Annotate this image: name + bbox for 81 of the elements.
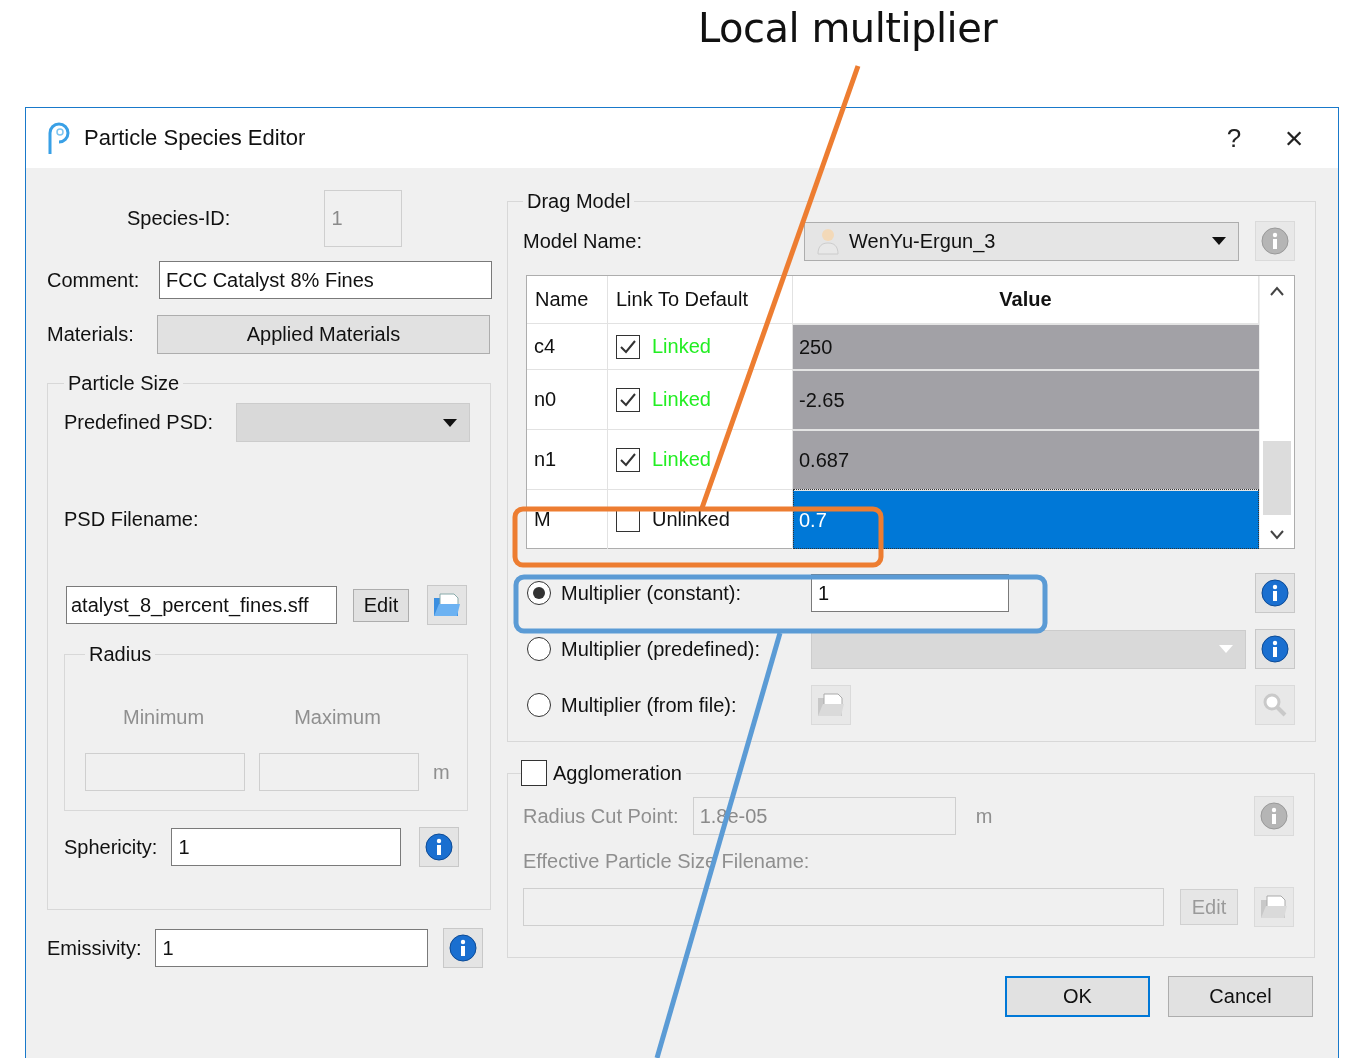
link-status-label: Linked xyxy=(652,335,711,358)
checkbox[interactable] xyxy=(616,447,640,472)
info-button[interactable] xyxy=(1255,629,1295,669)
input-field[interactable]: 1 xyxy=(155,929,429,967)
info-button[interactable] xyxy=(443,928,484,968)
caret-icon xyxy=(1212,237,1226,245)
link-status-label: Linked xyxy=(652,388,711,411)
window-title: Particle Species Editor xyxy=(84,125,306,151)
person-icon xyxy=(817,227,839,255)
group-title: Particle Size xyxy=(67,372,181,395)
field-label: Materials: xyxy=(47,323,134,346)
scroll-down-icon[interactable] xyxy=(1269,530,1285,540)
table-cell[interactable]: 250 xyxy=(793,323,1259,369)
input-field[interactable]: 1 xyxy=(171,828,402,866)
search-icon xyxy=(1261,691,1289,719)
info-icon xyxy=(1260,802,1288,830)
link-status-label: Unlinked xyxy=(652,508,730,531)
unit-label: m xyxy=(975,804,993,828)
info-button[interactable] xyxy=(419,827,460,867)
table-cell[interactable]: -2.65 xyxy=(793,369,1259,429)
radio-button[interactable] xyxy=(527,637,551,661)
callout-label: Local multiplier xyxy=(698,4,998,52)
ok-button[interactable]: OK xyxy=(1005,976,1150,1017)
field-label: Radius Cut Point: xyxy=(523,804,679,828)
table-cell: M xyxy=(527,489,608,549)
info-icon xyxy=(1261,635,1289,663)
group-title: Agglomeration xyxy=(553,761,682,785)
folder-icon xyxy=(816,692,846,718)
info-button[interactable] xyxy=(1255,573,1295,613)
field-label: Predefined PSD: xyxy=(64,411,213,434)
caret-icon xyxy=(1219,645,1233,653)
field-label: Species-ID: xyxy=(127,207,231,230)
info-icon xyxy=(1261,227,1289,255)
unit-label: m xyxy=(433,760,450,784)
info-icon xyxy=(1261,579,1289,607)
column-header[interactable]: Link To Default xyxy=(608,276,793,323)
table-cell: n1 xyxy=(527,429,608,489)
link-status-label: Linked xyxy=(652,448,711,471)
model-dropdown[interactable]: WenYu-Ergun_3 xyxy=(804,221,1239,261)
table-cell[interactable]: 0.687 xyxy=(793,429,1259,489)
help-button[interactable]: ? xyxy=(1204,113,1264,163)
folder-icon xyxy=(1259,894,1289,920)
close-button[interactable]: × xyxy=(1264,113,1324,163)
input-field[interactable]: atalyst_8_percent_fines.sff xyxy=(66,586,337,624)
radio-label: Multiplier (constant): xyxy=(561,581,743,605)
checkbox[interactable] xyxy=(521,760,547,786)
input-field[interactable] xyxy=(85,753,245,791)
field-label: PSD Filename: xyxy=(64,508,200,531)
open-folder-button[interactable] xyxy=(427,585,467,625)
checkbox[interactable] xyxy=(616,387,640,412)
app-logo-icon xyxy=(46,121,72,155)
edit-button[interactable]: Edit xyxy=(353,588,409,622)
field-label: Maximum xyxy=(294,706,381,729)
scroll-up-icon[interactable] xyxy=(1269,286,1285,296)
info-icon xyxy=(425,833,454,861)
applied-materials-button[interactable]: Applied Materials xyxy=(157,315,490,354)
caret-icon xyxy=(443,418,457,427)
table-cell: n0 xyxy=(527,369,608,429)
column-header[interactable]: Name xyxy=(527,276,608,323)
radio-button[interactable] xyxy=(527,693,551,717)
radio-button[interactable] xyxy=(527,581,551,605)
group-title: Radius xyxy=(88,643,153,666)
cancel-button[interactable]: Cancel xyxy=(1168,976,1313,1017)
input-field[interactable] xyxy=(259,753,419,791)
field-label: Comment: xyxy=(47,268,140,292)
table-cell: c4 xyxy=(527,323,608,369)
table-cell[interactable]: 0.7 xyxy=(793,489,1259,549)
input-field[interactable]: FCC Catalyst 8% Fines xyxy=(159,261,492,299)
field-label: Sphericity: xyxy=(64,835,158,859)
scrollbar[interactable] xyxy=(1259,276,1294,548)
input-field[interactable] xyxy=(523,888,1164,926)
folder-icon xyxy=(432,592,462,618)
radio-label: Multiplier (from file): xyxy=(561,693,738,717)
group-title: Drag Model xyxy=(526,190,632,213)
info-icon xyxy=(449,934,478,962)
radio-label: Multiplier (predefined): xyxy=(561,637,761,661)
scroll-thumb[interactable] xyxy=(1263,441,1291,515)
field-label: Emissivity: xyxy=(47,936,142,960)
checkbox[interactable] xyxy=(616,334,640,359)
field-label: Minimum xyxy=(123,706,205,729)
field-label: Model Name: xyxy=(523,229,642,253)
